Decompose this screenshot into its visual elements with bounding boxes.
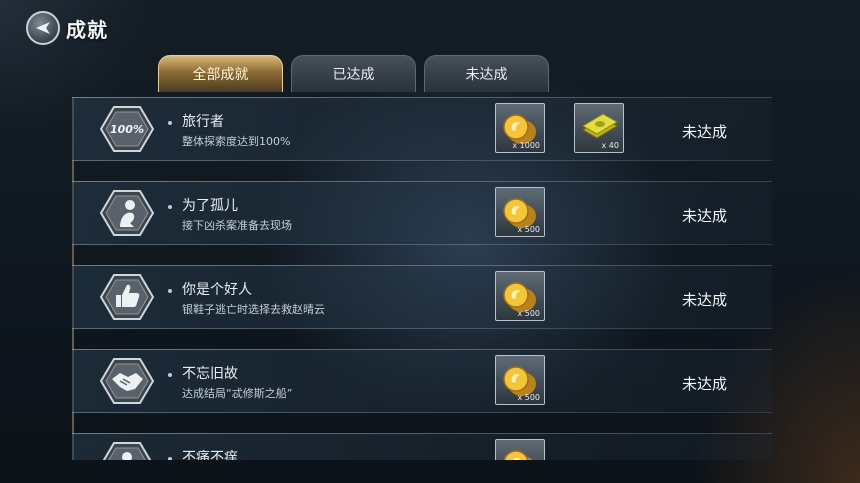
reward-quantity: x 40 (601, 141, 619, 150)
achievement-name: 不痛不痒 (182, 450, 238, 460)
tab-bar: 全部成就 已达成 未达成 (158, 55, 549, 92)
tab-achieved[interactable]: 已达成 (291, 55, 416, 92)
achievement-row: 你是个好人 银鞋子逃亡时选择去救赵晴云 x 500 未达成 (72, 265, 772, 329)
achievement-description: 整体探索度达到100% (182, 135, 291, 148)
gold-coin-icon (503, 450, 533, 460)
bullet-dot (168, 121, 172, 125)
achievement-status: 未达成 (682, 207, 728, 225)
reward-slot[interactable]: x 500 (495, 271, 545, 321)
handshake-icon (100, 358, 154, 404)
bullet-dot (168, 205, 172, 209)
bullet-dot (168, 457, 172, 460)
achievement-row: 100% 旅行者 整体探索度达到100% x 1000 x 40 未达成 (72, 97, 772, 161)
header-bar: 成就 (26, 10, 108, 46)
percent-badge-icon: 100% (100, 106, 154, 152)
achievement-description: 达成结局“忒修斯之船” (182, 387, 293, 400)
achievement-name: 为了孤儿 (182, 198, 238, 214)
reward-quantity: x 500 (517, 225, 540, 234)
achievement-name: 旅行者 (182, 114, 224, 130)
achievement-name: 不忘旧故 (182, 366, 238, 382)
achievement-status: 未达成 (682, 123, 728, 141)
page-title: 成就 (66, 17, 108, 42)
figure-badge-icon (100, 190, 154, 236)
achievement-row: 为了孤儿 接下凶杀案准备去现场 x 500 未达成 (72, 181, 772, 245)
reward-slot[interactable]: x 40 (574, 103, 624, 153)
reward-slot[interactable]: x 500 (495, 355, 545, 405)
reward-slot[interactable]: x 1000 (495, 103, 545, 153)
bullet-dot (168, 373, 172, 377)
achievement-description: 银鞋子逃亡时选择去救赵晴云 (182, 303, 325, 316)
reward-quantity: x 500 (517, 309, 540, 318)
reward-quantity: x 1000 (512, 141, 540, 150)
achievement-status: 未达成 (682, 291, 728, 309)
bullet-dot (168, 289, 172, 293)
achievement-row: 不痛不痒 (72, 433, 772, 460)
achievement-row: 不忘旧故 达成结局“忒修斯之船” x 500 未达成 (72, 349, 772, 413)
reward-slot[interactable] (495, 439, 545, 460)
tab-not-achieved[interactable]: 未达成 (424, 55, 549, 92)
achievement-list[interactable]: 100% 旅行者 整体探索度达到100% x 1000 x 40 未达成 为了孤… (72, 97, 772, 460)
reward-quantity: x 500 (517, 393, 540, 402)
figure-badge-icon (102, 442, 152, 460)
achievement-description: 接下凶杀案准备去现场 (182, 219, 292, 232)
achievement-name: 你是个好人 (182, 282, 252, 298)
thumbs-up-icon (100, 274, 154, 320)
back-button[interactable] (26, 11, 60, 45)
tab-all-achievements[interactable]: 全部成就 (158, 55, 283, 92)
back-arrow-icon (36, 22, 50, 34)
reward-slot[interactable]: x 500 (495, 187, 545, 237)
achievement-status: 未达成 (682, 375, 728, 393)
svg-text:100%: 100% (110, 123, 144, 136)
